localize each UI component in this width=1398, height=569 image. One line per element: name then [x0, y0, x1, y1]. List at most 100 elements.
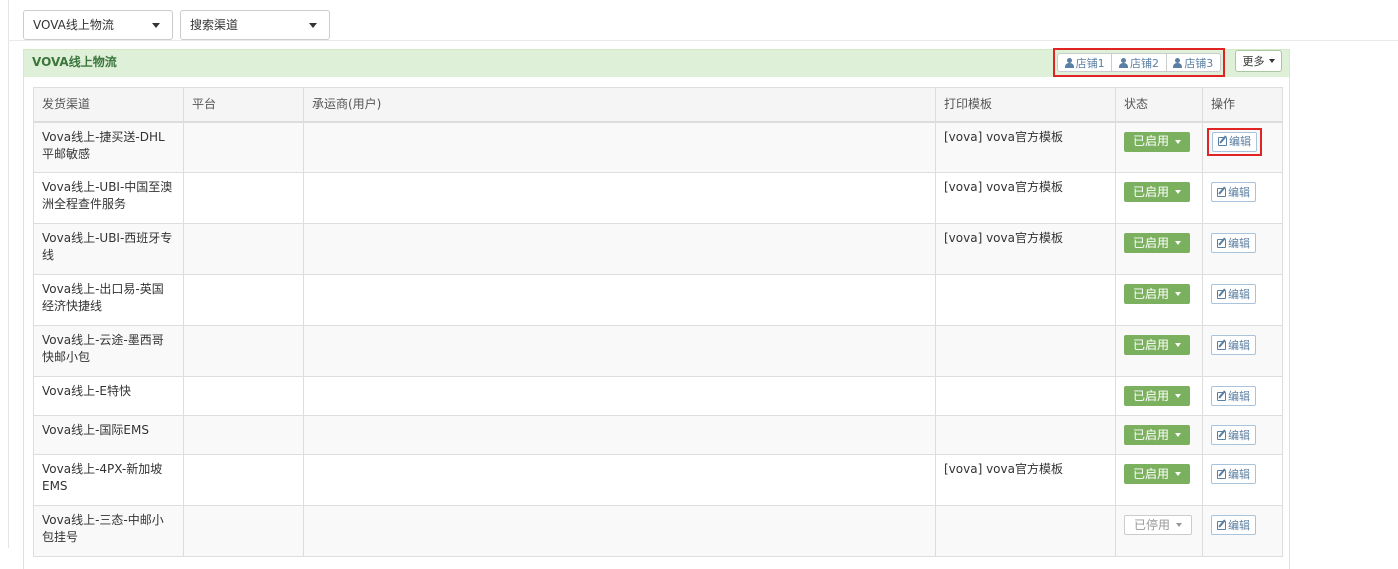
channel-cell: Vova线上-出口易-英国经济快捷线 [33, 274, 184, 326]
chevron-down-icon [1175, 241, 1182, 245]
more-dropdown-button[interactable]: 更多 [1235, 50, 1282, 72]
chevron-down-icon [1175, 292, 1182, 296]
column-header-actions: 操作 [1202, 87, 1283, 123]
panel-title: VOVA线上物流 [32, 55, 117, 69]
status-label: 已启用 [1133, 466, 1170, 481]
edit-icon [1217, 238, 1226, 248]
column-header-carrier: 承运商(用户) [303, 87, 936, 123]
logistics-panel: VOVA线上物流 店铺1 店铺2 店铺3 更多 发货渠道 平台 承运商(用户) … [23, 48, 1290, 569]
template-cell: [vova] vova官方模板 [935, 172, 1116, 224]
shop-button-group: 店铺1 店铺2 店铺3 [1053, 48, 1225, 77]
status-dropdown-button[interactable]: 已启用 [1124, 425, 1191, 445]
chevron-down-icon [1175, 433, 1182, 437]
table-row: Vova线上-捷买送-DHL平邮敏感 [vova] vova官方模板 已启用 编辑 [33, 121, 1283, 173]
edit-label: 编辑 [1228, 185, 1250, 199]
edit-label: 编辑 [1228, 236, 1250, 250]
chevron-down-icon [152, 23, 160, 28]
edit-button[interactable]: 编辑 [1211, 515, 1256, 535]
template-cell [935, 376, 1116, 416]
platform-cell [183, 415, 304, 455]
shop-1-label: 店铺1 [1075, 56, 1105, 70]
status-dropdown-button[interactable]: 已启用 [1124, 386, 1191, 406]
status-dropdown-button[interactable]: 已启用 [1124, 131, 1191, 152]
shop-3-label: 店铺3 [1184, 56, 1214, 70]
table-row: Vova线上-出口易-英国经济快捷线 已启用 编辑 [33, 274, 1283, 326]
platform-cell [183, 274, 304, 326]
chevron-down-icon [309, 23, 317, 28]
edit-icon [1217, 289, 1226, 299]
edit-button[interactable]: 编辑 [1211, 182, 1256, 202]
chevron-down-icon [1175, 394, 1182, 398]
column-header-status: 状态 [1115, 87, 1203, 123]
status-label: 已停用 [1134, 517, 1171, 532]
channel-cell: Vova线上-UBI-中国至澳洲全程查件服务 [33, 172, 184, 224]
status-cell: 已启用 [1115, 325, 1203, 377]
table-row: Vova线上-4PX-新加坡EMS [vova] vova官方模板 已启用 编辑 [33, 454, 1283, 506]
status-cell: 已启用 [1115, 274, 1203, 326]
status-cell: 已启用 [1115, 454, 1203, 506]
chevron-down-icon [1175, 472, 1182, 476]
channel-cell: Vova线上-UBI-西班牙专线 [33, 223, 184, 275]
edit-button[interactable]: 编辑 [1211, 233, 1256, 253]
carrier-cell [303, 223, 936, 275]
edit-button[interactable]: 编辑 [1212, 131, 1257, 152]
actions-cell: 编辑 [1202, 325, 1283, 377]
status-dropdown-button[interactable]: 已停用 [1124, 515, 1193, 535]
channel-search-select[interactable]: 搜索渠道 [180, 10, 330, 40]
status-cell: 已启用 [1115, 415, 1203, 455]
actions-cell: 编辑 [1202, 415, 1283, 455]
logistics-select[interactable]: VOVA线上物流 [23, 10, 173, 40]
actions-cell: 编辑 [1202, 454, 1283, 506]
page-left-border [8, 0, 9, 548]
shop-3-button[interactable]: 店铺3 [1165, 53, 1221, 72]
platform-cell [183, 325, 304, 377]
edit-icon [1217, 187, 1226, 197]
channel-cell: Vova线上-E特快 [33, 376, 184, 416]
channel-table: 发货渠道 平台 承运商(用户) 打印模板 状态 操作 Vova线上-捷买送-DH… [33, 87, 1283, 557]
template-cell [935, 505, 1116, 557]
template-cell: [vova] vova官方模板 [935, 454, 1116, 506]
table-row: Vova线上-国际EMS 已启用 编辑 [33, 415, 1283, 455]
template-cell [935, 274, 1116, 326]
template-cell [935, 415, 1116, 455]
edit-label: 编辑 [1228, 467, 1250, 481]
table-row: Vova线上-三态-中邮小包挂号 已停用 编辑 [33, 505, 1283, 557]
panel-header: VOVA线上物流 店铺1 店铺2 店铺3 更多 [24, 48, 1289, 77]
edit-button[interactable]: 编辑 [1211, 464, 1256, 484]
status-dropdown-button[interactable]: 已启用 [1124, 335, 1191, 355]
carrier-cell [303, 325, 936, 377]
status-cell: 已启用 [1115, 172, 1203, 224]
edit-button[interactable]: 编辑 [1211, 335, 1256, 355]
chevron-down-icon [1175, 190, 1182, 194]
status-label: 已启用 [1133, 388, 1170, 403]
carrier-cell [303, 415, 936, 455]
platform-cell [183, 223, 304, 275]
chevron-down-icon [1176, 523, 1183, 527]
shop-1-button[interactable]: 店铺1 [1057, 53, 1112, 72]
status-dropdown-button[interactable]: 已启用 [1124, 233, 1191, 253]
status-dropdown-button[interactable]: 已启用 [1124, 464, 1191, 484]
edit-label: 编辑 [1228, 518, 1250, 532]
actions-cell: 编辑 [1202, 505, 1283, 557]
platform-cell [183, 454, 304, 506]
template-cell: [vova] vova官方模板 [935, 121, 1116, 173]
chevron-down-icon [1268, 59, 1275, 63]
edit-button[interactable]: 编辑 [1211, 284, 1256, 304]
carrier-cell [303, 505, 936, 557]
platform-cell [183, 121, 304, 173]
edit-label: 编辑 [1228, 287, 1250, 301]
actions-cell: 编辑 [1202, 274, 1283, 326]
status-dropdown-button[interactable]: 已启用 [1124, 284, 1191, 304]
edit-icon [1217, 391, 1226, 401]
carrier-cell [303, 454, 936, 506]
edit-button[interactable]: 编辑 [1211, 386, 1256, 406]
edit-button[interactable]: 编辑 [1211, 425, 1256, 445]
template-cell [935, 325, 1116, 377]
carrier-cell [303, 172, 936, 224]
edit-label: 编辑 [1228, 338, 1250, 352]
table-row: Vova线上-E特快 已启用 编辑 [33, 376, 1283, 416]
status-dropdown-button[interactable]: 已启用 [1124, 182, 1191, 202]
shop-2-button[interactable]: 店铺2 [1111, 53, 1166, 72]
column-header-template: 打印模板 [935, 87, 1116, 123]
actions-cell: 编辑 [1202, 121, 1283, 173]
